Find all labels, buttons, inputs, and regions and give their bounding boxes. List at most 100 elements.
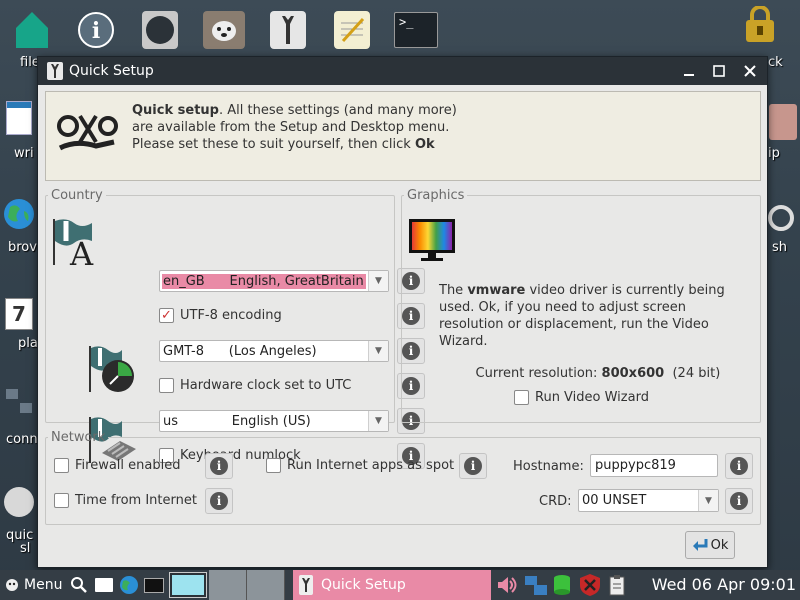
svg-text:i: i xyxy=(92,18,100,44)
run-video-wizard-checkbox[interactable]: Run Video Wizard xyxy=(514,390,649,405)
chevron-down-icon: ▼ xyxy=(368,341,388,361)
monitor-icon xyxy=(409,219,455,261)
volume-icon[interactable] xyxy=(496,575,518,599)
country-legend: Country xyxy=(51,188,103,203)
spot-checkbox[interactable]: Run Internet apps as spot xyxy=(266,458,454,473)
time-info-button[interactable]: i xyxy=(205,488,233,514)
timezone-clock-icon xyxy=(89,346,134,392)
checkbox-empty xyxy=(54,493,69,508)
desktop-label-browser: brov xyxy=(8,240,37,255)
taskbar: Menu Quick Setup Wed 06 Apr 09:01 xyxy=(0,570,800,600)
workspace-3[interactable] xyxy=(247,570,285,600)
puppy-menu-icon xyxy=(6,579,18,591)
quick-setup-window: Quick Setup Quick setup. All these setti… xyxy=(37,56,768,568)
time-from-internet-label: Time from Internet xyxy=(75,493,197,508)
checkbox-empty xyxy=(159,378,174,393)
workspace-2[interactable] xyxy=(209,570,247,600)
ok-label: Ok xyxy=(710,537,729,553)
desktop-label-ip: ip xyxy=(768,146,780,161)
locale-flag-icon: A xyxy=(53,219,94,267)
console-desktop-icon[interactable]: >_ xyxy=(388,8,444,52)
intro-bold: Quick setup xyxy=(132,103,219,118)
taskbar-task-quick-setup[interactable]: Quick Setup xyxy=(293,570,491,600)
wrench-icon xyxy=(47,62,63,80)
maximize-icon xyxy=(713,65,725,77)
locale-value: en_GB English, GreatBritain xyxy=(162,273,366,289)
taskbar-clock[interactable]: Wed 06 Apr 09:01 xyxy=(652,575,796,594)
hwclock-checkbox[interactable]: Hardware clock set to UTC xyxy=(159,378,351,393)
checkbox-empty xyxy=(514,390,529,405)
lock-desktop-icon[interactable] xyxy=(732,4,788,48)
browser-globe-desktop-icon[interactable] xyxy=(0,192,38,236)
minimize-icon xyxy=(684,74,694,76)
hostname-input[interactable]: puppypc819 xyxy=(590,454,718,477)
terminal-circle-desktop-icon[interactable] xyxy=(132,8,188,52)
checkmark-icon: ✓ xyxy=(159,308,174,323)
crd-combo[interactable]: 00 UNSET ▼ xyxy=(578,489,719,512)
quickpet-desktop-icon[interactable] xyxy=(0,480,38,524)
hostname-label: Hostname: xyxy=(513,459,584,474)
file-manager-desktop-icon[interactable] xyxy=(4,8,60,52)
browser-globe-icon[interactable] xyxy=(118,574,140,596)
resolution-value: 800x600 xyxy=(601,366,665,381)
write-desktop-icon[interactable] xyxy=(0,96,38,140)
calendar-desktop-icon[interactable]: 7 xyxy=(0,292,38,336)
chevron-down-icon: ▼ xyxy=(368,411,388,431)
puppy-desktop-icon[interactable] xyxy=(196,8,252,52)
firewall-shield-icon[interactable] xyxy=(579,573,601,600)
hostname-info-button[interactable]: i xyxy=(725,453,753,479)
utf8-label: UTF-8 encoding xyxy=(180,308,282,323)
menu-button[interactable]: Menu xyxy=(0,577,68,593)
info-desktop-icon[interactable]: i xyxy=(68,8,124,52)
ok-button[interactable]: Ok xyxy=(685,531,735,559)
right-tile-desktop-icon[interactable] xyxy=(766,100,800,144)
window-titlebar[interactable]: Quick Setup xyxy=(38,57,767,85)
crd-label: CRD: xyxy=(539,494,572,509)
maximize-button[interactable] xyxy=(709,61,729,81)
info-icon: i xyxy=(210,492,228,510)
close-icon xyxy=(744,65,756,77)
keyboard-value: us English (US) xyxy=(163,413,311,429)
setup-wrench-desktop-icon[interactable] xyxy=(260,8,316,52)
desktop-label-connect: conn xyxy=(6,432,38,447)
info-icon: i xyxy=(730,492,748,510)
graphics-description: The vmware video driver is currently bei… xyxy=(439,282,749,350)
crd-value: 00 UNSET xyxy=(582,493,647,508)
timezone-combo[interactable]: GMT-8 (Los Angeles) ▼ xyxy=(159,340,389,362)
resolution-bits: (24 bit) xyxy=(664,366,721,381)
info-icon: i xyxy=(210,457,228,475)
checkbox-empty xyxy=(54,458,69,473)
workspace-1[interactable] xyxy=(169,572,207,598)
spot-info-button[interactable]: i xyxy=(459,453,487,479)
firewall-info-button[interactable]: i xyxy=(205,453,233,479)
show-desktop-icon[interactable] xyxy=(93,574,115,596)
graphics-driver-name: vmware xyxy=(467,283,526,298)
editor-desktop-icon[interactable] xyxy=(324,8,380,52)
info-icon: i xyxy=(464,457,482,475)
minimize-button[interactable] xyxy=(679,61,699,81)
taskbar-task-label: Quick Setup xyxy=(321,577,406,593)
terminal-icon[interactable] xyxy=(143,574,165,596)
svg-text:A: A xyxy=(69,235,94,267)
firewall-checkbox[interactable]: Firewall enabled xyxy=(54,458,180,473)
resolution-label: Current resolution: xyxy=(475,366,602,381)
close-button[interactable] xyxy=(740,61,760,81)
storage-icon[interactable] xyxy=(552,573,572,600)
spot-label: Run Internet apps as spot xyxy=(287,458,455,473)
keyboard-combo[interactable]: us English (US) ▼ xyxy=(159,410,389,432)
utf8-checkbox[interactable]: ✓ UTF-8 encoding xyxy=(159,308,282,323)
window-title: Quick Setup xyxy=(69,63,154,79)
search-icon[interactable] xyxy=(68,574,90,596)
connect-desktop-icon[interactable] xyxy=(0,380,38,424)
crd-info-button[interactable]: i xyxy=(725,488,753,514)
clipboard-icon[interactable] xyxy=(608,574,626,600)
desktop-label-lock: ck xyxy=(768,55,783,70)
intro-text: Quick setup. All these settings (and man… xyxy=(132,102,462,153)
chevron-down-icon: ▼ xyxy=(368,271,388,291)
locale-combo[interactable]: en_GB English, GreatBritain ▼ xyxy=(159,270,389,292)
network-icon[interactable] xyxy=(524,574,548,600)
time-from-internet-checkbox[interactable]: Time from Internet xyxy=(54,493,197,508)
desktop-label-play: pla xyxy=(18,336,38,351)
info-icon: i xyxy=(730,457,748,475)
checkbox-empty xyxy=(266,458,281,473)
